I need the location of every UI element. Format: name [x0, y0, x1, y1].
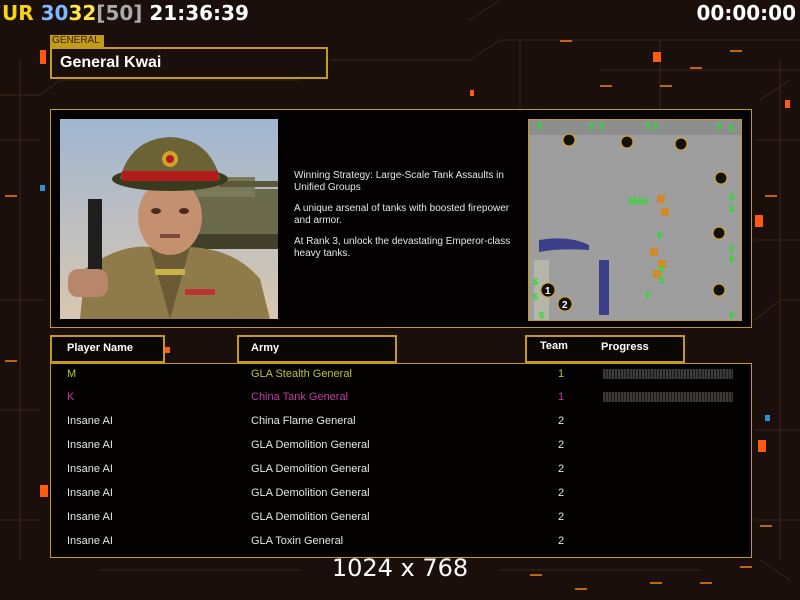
svg-text:$: $: [645, 121, 650, 131]
svg-text:$: $: [729, 310, 734, 320]
general-portrait: [60, 119, 278, 319]
fps-counter: UR 3032[50] 21:36:39: [2, 1, 249, 25]
general-tag: GENERAL: [50, 35, 104, 47]
header-player-label: Player Name: [67, 342, 134, 354]
header-army[interactable]: Army: [237, 335, 397, 363]
player-army: China Tank General: [251, 391, 349, 403]
svg-text:$: $: [653, 121, 658, 131]
progress-bar: [603, 369, 733, 379]
general-name-box: General Kwai: [50, 47, 328, 79]
svg-text:$: $: [537, 121, 542, 131]
player-name: Insane AI: [67, 463, 113, 475]
svg-text:$: $: [599, 121, 604, 131]
svg-text:$: $: [659, 275, 664, 285]
player-team: 2: [558, 415, 565, 427]
description-strategy: Winning Strategy: Large-Scale Tank Assau…: [294, 170, 504, 193]
player-team: 2: [558, 487, 565, 499]
svg-text:$: $: [729, 204, 734, 214]
map-preview-canvas: $ $ $ $ $ $ $ $$$$ $ $ $ $ $ $ $ $ $ $ $…: [529, 120, 741, 320]
player-team: 1: [558, 391, 565, 403]
svg-text:$: $: [645, 290, 650, 300]
svg-text:$: $: [533, 277, 538, 287]
svg-text:$$$$: $$$$: [628, 196, 648, 206]
player-army: GLA Demolition General: [251, 487, 370, 499]
system-clock: 21:36:39: [149, 1, 249, 25]
map-preview: $ $ $ $ $ $ $ $$$$ $ $ $ $ $ $ $ $ $ $ $…: [528, 119, 742, 321]
player-name: M: [67, 368, 77, 380]
player-row[interactable]: Insane AI GLA Demolition General 2: [51, 507, 751, 531]
header-player-name[interactable]: Player Name: [50, 335, 165, 363]
player-row[interactable]: Insane AI GLA Toxin General 2: [51, 531, 751, 555]
fps-value-2: 32: [68, 1, 97, 25]
game-timer: 00:00:00: [696, 1, 797, 25]
player-name: Insane AI: [67, 487, 113, 499]
player-team: 2: [558, 535, 565, 547]
player-team: 1: [558, 368, 565, 380]
player-row[interactable]: Insane AI GLA Demolition General 2: [51, 435, 751, 459]
player-row[interactable]: K China Tank General 1: [51, 387, 751, 411]
player-name: Insane AI: [67, 535, 113, 547]
ur-label: UR: [2, 1, 34, 25]
player-name: Insane AI: [67, 439, 113, 451]
player-name: Insane AI: [67, 415, 113, 427]
header-team-progress[interactable]: Team Progress: [525, 335, 685, 363]
player-army: GLA Demolition General: [251, 511, 370, 523]
player-army: GLA Demolition General: [251, 439, 370, 451]
player-army: GLA Stealth General: [251, 368, 352, 380]
general-name: General Kwai: [60, 54, 162, 71]
fps-max: [50]: [96, 1, 143, 25]
player-team: 2: [558, 511, 565, 523]
svg-text:$: $: [589, 121, 594, 131]
player-row[interactable]: Insane AI GLA Demolition General 2: [51, 483, 751, 507]
svg-text:$: $: [729, 254, 734, 264]
player-row[interactable]: Insane AI China Flame General 2: [51, 411, 751, 435]
general-description: Winning Strategy: Large-Scale Tank Assau…: [294, 170, 529, 269]
svg-text:$: $: [533, 292, 538, 302]
svg-text:$: $: [729, 244, 734, 254]
player-name: K: [67, 391, 75, 403]
svg-text:$: $: [729, 192, 734, 202]
player-team: 2: [558, 463, 565, 475]
svg-text:$: $: [657, 230, 662, 240]
player-name: Insane AI: [67, 511, 113, 523]
player-row[interactable]: M GLA Stealth General 1: [51, 364, 751, 388]
player-team: 2: [558, 439, 565, 451]
general-info-panel: Winning Strategy: Large-Scale Tank Assau…: [50, 109, 752, 328]
header-team-label: Team: [540, 340, 568, 352]
svg-text:$: $: [729, 123, 734, 133]
start-position-2: 2: [562, 300, 568, 311]
player-row[interactable]: Insane AI GLA Demolition General 2: [51, 459, 751, 483]
progress-bar: [603, 392, 733, 402]
start-position-1: 1: [545, 286, 551, 297]
svg-text:$: $: [717, 121, 722, 131]
description-arsenal: A unique arsenal of tanks with boosted f…: [294, 203, 510, 226]
header-progress-label: Progress: [601, 341, 649, 353]
description-rank: At Rank 3, unlock the devastating Empero…: [294, 236, 511, 259]
svg-text:$: $: [539, 310, 544, 320]
header-army-label: Army: [251, 342, 280, 354]
player-list: M GLA Stealth General 1 K China Tank Gen…: [50, 363, 752, 558]
fps-value: 30: [40, 1, 69, 25]
player-army: GLA Toxin General: [251, 535, 344, 547]
player-army: GLA Demolition General: [251, 463, 370, 475]
resolution-label: 1024 x 768: [331, 554, 469, 582]
svg-text:$: $: [659, 264, 664, 274]
player-army: China Flame General: [251, 415, 356, 427]
